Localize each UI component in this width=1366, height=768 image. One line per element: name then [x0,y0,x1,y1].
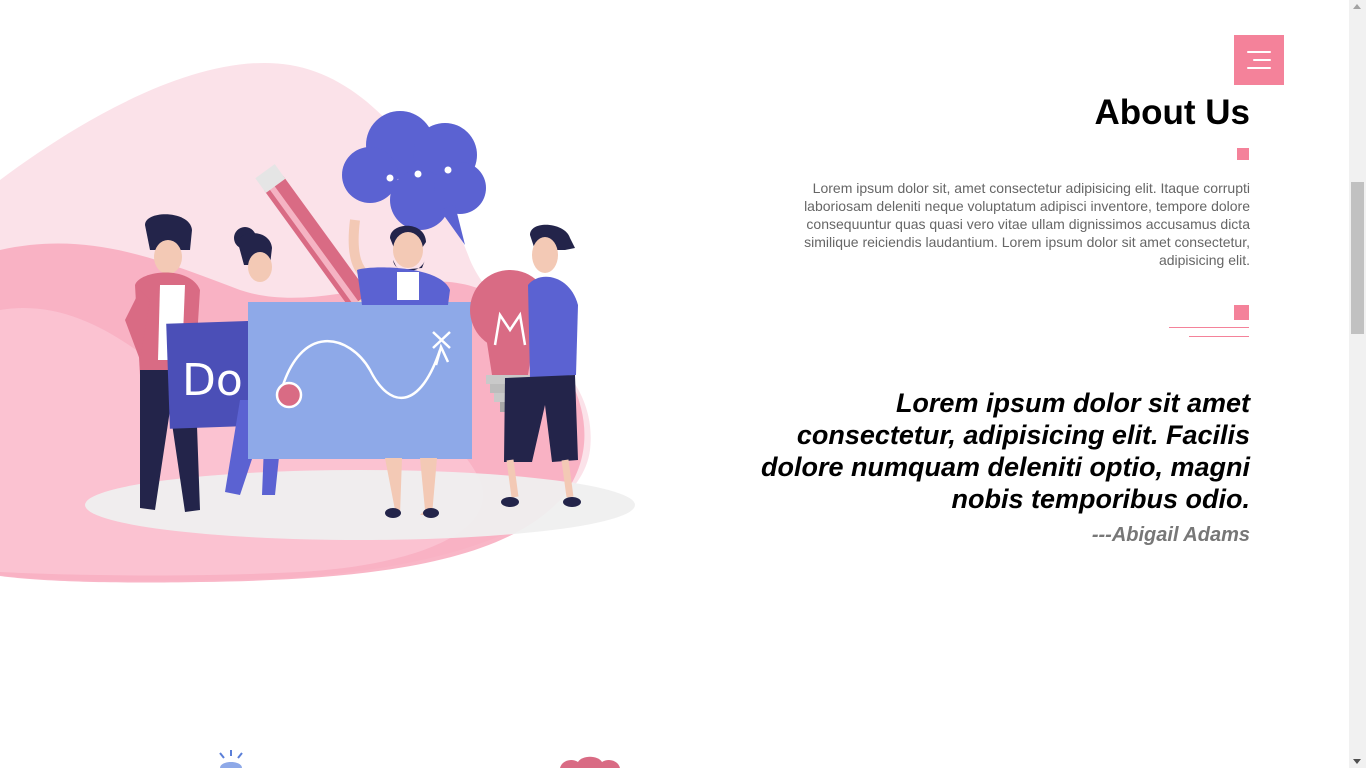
cloud-icon [560,756,620,768]
about-description: Lorem ipsum dolor sit, amet consectetur … [804,180,1250,268]
menu-line [1253,59,1271,61]
menu-button[interactable] [1234,35,1284,85]
scrollbar-thumb[interactable] [1351,182,1364,334]
accent-square [1237,148,1249,160]
quote-text: Lorem ipsum dolor sit amet consectetur, … [760,388,1250,514]
ground-shadow [85,470,635,540]
menu-line [1247,67,1271,69]
vertical-scrollbar[interactable] [1349,0,1366,768]
scroll-up-arrow-icon[interactable] [1353,4,1361,9]
menu-line [1247,51,1271,53]
accent-square [1234,305,1249,320]
divider-line [1189,336,1249,337]
whiteboard [248,302,472,459]
quote-author: ---Abigail Adams [1091,524,1250,546]
scroll-down-arrow-icon[interactable] [1353,759,1361,764]
bulb-icon [219,750,243,768]
team-illustration: Do! [0,62,635,583]
about-section: About Us [760,92,1250,134]
divider-line [1169,327,1249,328]
page-title: About Us [1094,93,1250,132]
